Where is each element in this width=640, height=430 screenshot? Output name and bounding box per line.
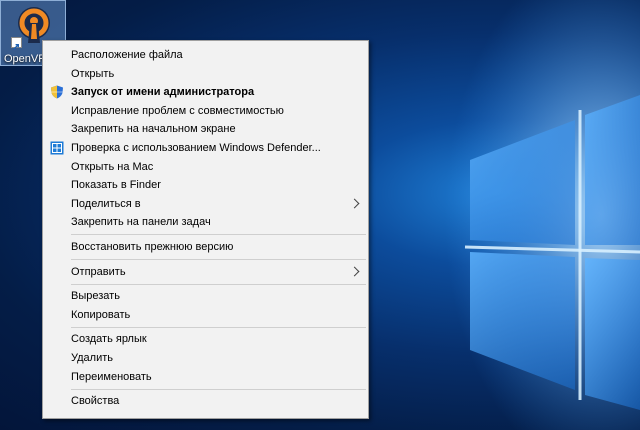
- menu-item[interactable]: Вырезать: [43, 287, 368, 306]
- menu-item-label: Расположение файла: [71, 49, 183, 61]
- menu-item-label: Закрепить на начальном экране: [71, 123, 236, 136]
- shortcut-arrow-icon: [11, 37, 22, 50]
- menu-item[interactable]: Исправление проблем с совместимостью: [43, 102, 368, 121]
- menu-item-label: Переименовать: [71, 370, 152, 383]
- menu-item[interactable]: Запуск от имени администратора: [43, 83, 368, 102]
- menu-separator: [71, 388, 366, 390]
- context-menu: Расположение файла Открыть Запуск от имени…: [42, 40, 369, 419]
- menu-item-label: Удалить: [71, 351, 113, 364]
- menu-separator: [71, 326, 366, 328]
- menu-item[interactable]: Показать в Finder: [43, 176, 368, 195]
- menu-item[interactable]: Открыть: [43, 65, 368, 84]
- menu-separator: [71, 283, 366, 285]
- menu-item-label: Восстановить прежнюю версию: [71, 240, 234, 253]
- menu-item[interactable]: Расположение файла: [43, 46, 368, 65]
- menu-item-label: Свойства: [71, 395, 120, 408]
- menu-item[interactable]: Восстановить прежнюю версию: [43, 238, 368, 257]
- menu-item-label: Отправить: [71, 265, 126, 278]
- menu-item[interactable]: Отправить: [43, 263, 368, 282]
- submenu-arrow-icon: [349, 198, 360, 209]
- menu-item-label: Закрепить на панели задач: [71, 216, 211, 229]
- menu-item-label: Открыть: [71, 67, 115, 80]
- menu-item-label: Копировать: [71, 308, 131, 321]
- menu-item[interactable]: Свойства: [43, 392, 368, 411]
- submenu-arrow-icon: [349, 266, 360, 276]
- menu-item[interactable]: Проверка с использованием Windows Defend…: [43, 139, 368, 158]
- menu-item-label: Показать в Finder: [71, 179, 161, 192]
- menu-item-label: Исправление проблем с совместимостью: [71, 104, 284, 117]
- menu-item-label: Запуск от имени администратора: [71, 86, 255, 99]
- menu-item-label: Открыть на Mac: [71, 160, 154, 173]
- menu-item[interactable]: Создать ярлык: [43, 330, 368, 349]
- menu-item[interactable]: Копировать: [43, 306, 368, 325]
- menu-item[interactable]: Поделиться в: [43, 195, 368, 214]
- menu-separator: [71, 234, 366, 236]
- menu-item[interactable]: Открыть на Mac: [43, 158, 368, 177]
- windows-defender-icon: [50, 141, 64, 155]
- menu-separator: [71, 259, 366, 261]
- menu-item-label: Вырезать: [71, 290, 120, 303]
- menu-item-label: Создать ярлык: [71, 333, 147, 346]
- menu-item-label: Проверка с использованием Windows Defend…: [71, 141, 321, 154]
- menu-item-label: Поделиться в: [71, 197, 141, 210]
- uac-shield-icon: [50, 85, 64, 99]
- menu-item[interactable]: Удалить: [43, 349, 368, 368]
- desktop[interactable]: OpenVPN Расположение файла Открыть Запуск …: [0, 0, 640, 430]
- menu-item[interactable]: Закрепить на начальном экране: [43, 120, 368, 139]
- menu-item[interactable]: Закрепить на панели задач: [43, 213, 368, 232]
- menu-item[interactable]: Переименовать: [43, 368, 368, 387]
